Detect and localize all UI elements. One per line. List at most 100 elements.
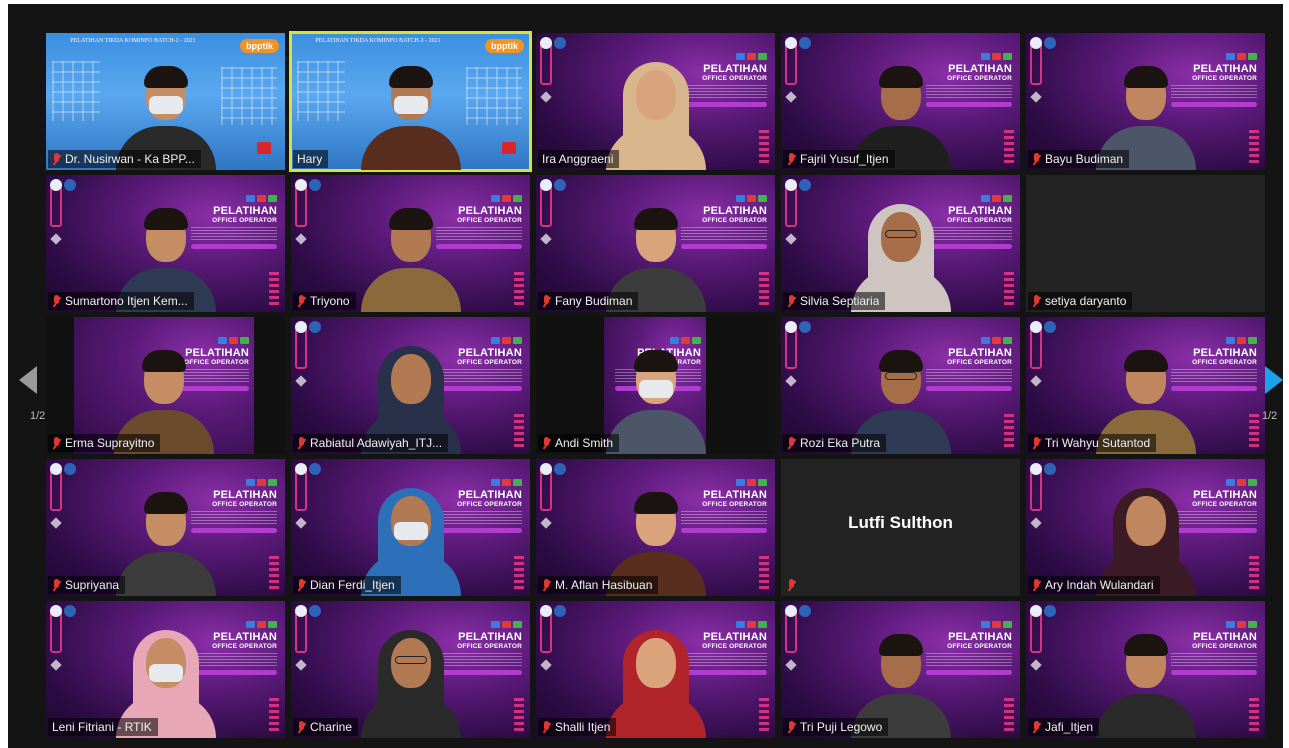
participant-tile[interactable]: PELATIHAN OFFICE OPERATOR Leni Fitriani - … bbox=[46, 601, 285, 738]
participant-nameplate: Rabiatul Adawiyah_ITJ... bbox=[293, 434, 449, 452]
muted-microphone-icon bbox=[787, 152, 796, 166]
person-mask bbox=[148, 664, 183, 682]
participant-video bbox=[356, 194, 466, 312]
participant-tile[interactable]: setiya daryanto bbox=[1026, 175, 1265, 312]
person-glasses bbox=[884, 230, 917, 238]
participant-tile[interactable]: PELATIHAN OFFICE OPERATOR M. Aflan Hasibua… bbox=[536, 459, 775, 596]
participant-name-large: Lutfi Sulthon bbox=[848, 513, 953, 532]
tower-decoration bbox=[269, 556, 279, 590]
participant-tile[interactable]: PELATIHANOFFICE OPERATORAndi Smith bbox=[536, 317, 775, 454]
participant-nameplate: Hary bbox=[293, 150, 329, 168]
person-hair bbox=[143, 208, 188, 230]
participant-tile[interactable]: PELATIHAN OFFICE OPERATOR Shalli Itjen bbox=[536, 601, 775, 738]
person-hair bbox=[388, 66, 433, 88]
tower-decoration bbox=[514, 414, 524, 448]
sponsor-logos bbox=[1030, 605, 1056, 617]
participant-tile[interactable]: PELATIHAN OFFICE OPERATOR Fany Budiman bbox=[536, 175, 775, 312]
previous-page-arrow-icon[interactable] bbox=[19, 366, 37, 394]
muted-microphone-icon bbox=[297, 436, 306, 450]
participant-nameplate: Ira Anggraeni bbox=[538, 150, 620, 168]
participant-tile[interactable]: PELATIHAN OFFICE OPERATOR Erma Suprayitno bbox=[46, 317, 285, 454]
building-windows bbox=[221, 67, 277, 125]
person-head bbox=[390, 354, 431, 404]
sponsor-logos bbox=[1030, 321, 1056, 333]
participant-nameplate: Fany Budiman bbox=[538, 292, 639, 310]
red-badge-icon bbox=[257, 142, 271, 154]
participant-name: Jafi_Itjen bbox=[1045, 720, 1094, 734]
participant-tile[interactable]: PELATIHAN OFFICE OPERATOR Tri Wahyu Sutant… bbox=[1026, 317, 1265, 454]
participant-tile[interactable]: PELATIHAN OFFICE OPERATOR Silvia Septiaria bbox=[781, 175, 1020, 312]
participant-name: M. Aflan Hasibuan bbox=[555, 578, 653, 592]
participant-name: Supriyana bbox=[65, 578, 120, 592]
sponsor-logos bbox=[540, 605, 566, 617]
participant-name: Bayu Budiman bbox=[1045, 152, 1124, 166]
sparkle-decoration bbox=[50, 517, 62, 529]
participant-grid: PELATIHAN TIKDA KOMINFO BATCH-2 - 2021 bp… bbox=[46, 31, 1271, 738]
tower-decoration bbox=[514, 698, 524, 732]
page-indicator-left: 1/2 bbox=[30, 410, 46, 422]
participant-name: Hary bbox=[297, 152, 323, 166]
tower-decoration bbox=[759, 272, 769, 306]
sparkle-decoration bbox=[1030, 91, 1042, 103]
participant-tile[interactable]: PELATIHAN OFFICE OPERATOR Ira Anggraeni bbox=[536, 33, 775, 170]
participant-tile[interactable]: PELATIHAN OFFICE OPERATOR Jafi_Itjen bbox=[1026, 601, 1265, 738]
muted-microphone-icon bbox=[297, 720, 306, 734]
muted-microphone-icon bbox=[787, 294, 796, 308]
participant-tile[interactable]: PELATIHAN OFFICE OPERATOR Ary Indah Wuland… bbox=[1026, 459, 1265, 596]
participant-tile[interactable]: PELATIHAN OFFICE OPERATOR Rozi Eka Putra bbox=[781, 317, 1020, 454]
sponsor-logos bbox=[295, 321, 321, 333]
sponsor-logos bbox=[295, 463, 321, 475]
person-hair bbox=[633, 492, 678, 514]
participant-nameplate: Tri Wahyu Sutantod bbox=[1028, 434, 1157, 452]
participant-tile[interactable]: PELATIHAN OFFICE OPERATOR Bayu Budiman bbox=[1026, 33, 1265, 170]
muted-microphone-icon bbox=[1032, 436, 1041, 450]
participant-tile[interactable]: Lutfi Sulthon bbox=[781, 459, 1020, 596]
participant-tile[interactable]: PELATIHAN OFFICE OPERATOR Charine bbox=[291, 601, 530, 738]
sponsor-logos bbox=[1030, 463, 1056, 475]
sparkle-decoration bbox=[50, 233, 62, 245]
participant-tile[interactable]: PELATIHAN OFFICE OPERATOR Supriyana bbox=[46, 459, 285, 596]
participant-video bbox=[356, 52, 466, 170]
video-gallery-window: PELATIHAN TIKDA KOMINFO BATCH-2 - 2021 bp… bbox=[8, 4, 1283, 748]
participant-video bbox=[1091, 620, 1201, 738]
person-hair bbox=[388, 208, 433, 230]
building-windows bbox=[297, 61, 345, 121]
tower-decoration bbox=[1249, 556, 1259, 590]
participant-name: Erma Suprayitno bbox=[65, 436, 155, 450]
sponsor-logos bbox=[785, 605, 811, 617]
participant-name: setiya daryanto bbox=[1045, 294, 1127, 308]
sparkle-decoration bbox=[1030, 375, 1042, 387]
participant-tile[interactable]: PELATIHAN OFFICE OPERATOR Sumartono Itjen … bbox=[46, 175, 285, 312]
person-mask bbox=[638, 380, 673, 398]
participant-nameplate: Dian Ferdi_Itjen bbox=[293, 576, 401, 594]
participant-tile[interactable]: PELATIHAN OFFICE OPERATOR Tri Puji Legowo bbox=[781, 601, 1020, 738]
sparkle-decoration bbox=[785, 375, 797, 387]
next-page-arrow-icon[interactable] bbox=[1265, 366, 1283, 394]
participant-tile[interactable]: PELATIHAN OFFICE OPERATOR Fajril Yusuf_Itj… bbox=[781, 33, 1020, 170]
person-hair bbox=[878, 350, 923, 372]
sparkle-decoration bbox=[785, 233, 797, 245]
participant-tile[interactable]: PELATIHAN OFFICE OPERATOR Triyono bbox=[291, 175, 530, 312]
participant-name: Leni Fitriani - RTIK bbox=[52, 720, 152, 734]
tower-decoration bbox=[269, 272, 279, 306]
participant-tile[interactable]: PELATIHAN TIKDA KOMINFO BATCH-2 - 2021 bp… bbox=[289, 31, 532, 172]
sponsor-logos bbox=[540, 463, 566, 475]
tower-decoration bbox=[514, 272, 524, 306]
muted-microphone-icon bbox=[297, 294, 306, 308]
person-head bbox=[1125, 496, 1166, 546]
participant-tile[interactable]: PELATIHAN OFFICE OPERATOR Dian Ferdi_Itjen bbox=[291, 459, 530, 596]
participant-nameplate: Erma Suprayitno bbox=[48, 434, 161, 452]
participant-tile[interactable]: PELATIHAN OFFICE OPERATOR Rabiatul Adawiya… bbox=[291, 317, 530, 454]
person-hair bbox=[878, 634, 923, 656]
sparkle-decoration bbox=[540, 659, 552, 671]
participant-tile[interactable]: PELATIHAN TIKDA KOMINFO BATCH-2 - 2021 bp… bbox=[46, 33, 285, 170]
person-hair bbox=[633, 350, 678, 372]
tower-decoration bbox=[1004, 698, 1014, 732]
sparkle-decoration bbox=[295, 233, 307, 245]
muted-microphone-icon bbox=[787, 720, 796, 734]
muted-microphone-icon bbox=[52, 578, 61, 592]
participant-nameplate bbox=[783, 576, 802, 594]
muted-microphone-icon bbox=[542, 720, 551, 734]
person-hair bbox=[142, 350, 186, 372]
tower-decoration bbox=[269, 698, 279, 732]
